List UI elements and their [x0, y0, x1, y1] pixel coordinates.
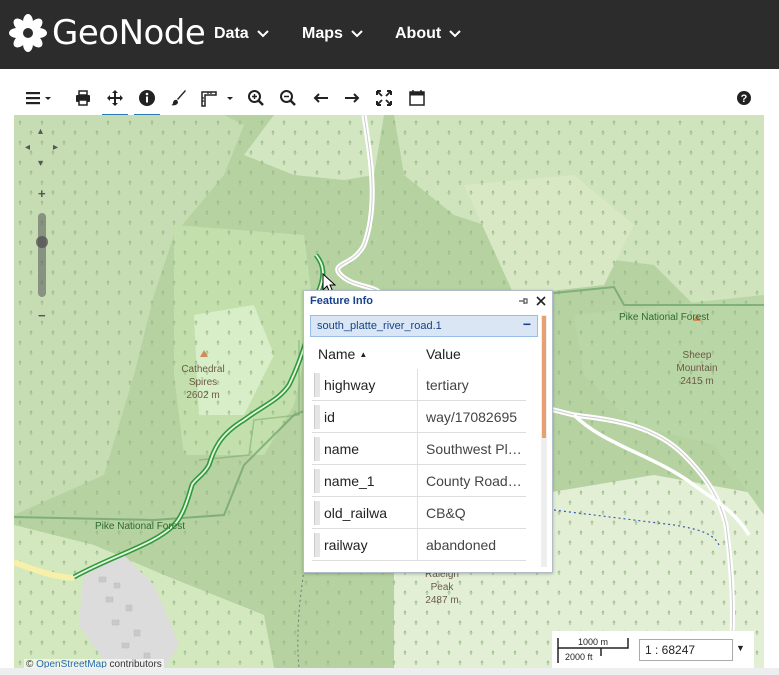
forward-button[interactable] — [340, 86, 364, 110]
info-icon — [139, 90, 155, 106]
info-button[interactable] — [134, 86, 160, 116]
pan-south-icon[interactable]: ▾ — [38, 159, 43, 169]
pan-west-icon[interactable]: ◂ — [25, 143, 30, 153]
attribute-grid: Name ▲ Value highway tertiary id way/170826… — [312, 339, 532, 567]
feature-info-title: Feature Info — [310, 295, 373, 307]
pan-east-icon[interactable]: ▸ — [53, 143, 58, 153]
calendar-icon — [409, 90, 425, 106]
top-navbar: GeoNode Data Maps About — [0, 0, 779, 69]
map-toolbar: ? — [14, 82, 764, 116]
sheep-mountain-label: Sheep Mountain 2415 m — [676, 350, 718, 387]
nav-maps[interactable]: Maps — [302, 22, 363, 46]
print-button[interactable] — [71, 86, 95, 110]
attribute-row[interactable]: railway abandoned — [312, 529, 526, 561]
attribute-row[interactable]: id way/17082695 — [312, 401, 526, 433]
zoom-in-icon — [248, 90, 264, 106]
attribute-name: name — [324, 433, 418, 465]
style-button[interactable] — [167, 86, 191, 110]
chevron-down-icon — [351, 30, 363, 38]
nav-data[interactable]: Data — [214, 22, 269, 46]
nav-data-label: Data — [214, 25, 249, 42]
row-handle — [314, 437, 320, 461]
column-header-name-label: Name — [318, 346, 356, 362]
column-header-value-label: Value — [426, 346, 461, 362]
row-handle — [314, 469, 320, 493]
attribute-value: abandoned — [426, 537, 497, 553]
attribute-row[interactable]: name_1 County Road… — [312, 465, 526, 497]
pike-national-forest-label: Pike National Forest — [95, 521, 186, 532]
attribute-name: old_railwa — [324, 497, 418, 529]
feature-info-panel: Feature Info south_platte_river_road.1 −… — [303, 290, 553, 573]
scale-control: 1000 m 2000 ft 1 : 68247 ▼ — [552, 631, 754, 668]
back-icon — [313, 93, 328, 103]
menu-button[interactable] — [22, 86, 56, 110]
zoom-in-button[interactable] — [244, 86, 268, 110]
attribute-name: railway — [324, 529, 418, 561]
timeline-button[interactable] — [405, 86, 429, 110]
close-icon[interactable] — [535, 294, 547, 306]
row-handle — [314, 501, 320, 525]
attribute-value: County Road… — [426, 473, 522, 489]
scrollbar-thumb[interactable] — [542, 316, 546, 438]
pan-icon — [107, 90, 123, 106]
attribute-value: way/17082695 — [426, 409, 518, 425]
collapse-icon[interactable]: − — [523, 316, 531, 332]
scale-imperial-label: 2000 ft — [565, 652, 593, 662]
row-handle — [314, 373, 320, 397]
forward-icon — [345, 93, 360, 103]
scale-metric-label: 1000 m — [578, 637, 609, 647]
zoom-slider-handle[interactable] — [36, 236, 48, 248]
column-header-value[interactable]: Value — [426, 339, 461, 369]
zoom-out-button[interactable] — [276, 86, 300, 110]
geonode-flower-icon — [9, 14, 47, 52]
nav-maps-label: Maps — [302, 25, 343, 42]
pan-north-icon[interactable]: ▴ — [38, 127, 43, 137]
measure-button[interactable] — [199, 86, 235, 110]
feature-layer-header[interactable]: south_platte_river_road.1 − — [310, 315, 538, 337]
pan-button[interactable] — [102, 86, 128, 116]
attribute-row[interactable]: old_railwa CB&Q — [312, 497, 526, 529]
zoom-minus-icon[interactable]: − — [38, 309, 46, 322]
nav-about-label: About — [395, 25, 442, 42]
back-button[interactable] — [309, 86, 333, 110]
svg-text:?: ? — [741, 93, 748, 105]
print-icon — [76, 90, 90, 106]
attribute-name: id — [324, 401, 418, 433]
feature-layer-name: south_platte_river_road.1 — [317, 320, 442, 332]
caret-down-icon[interactable]: ▼ — [736, 643, 745, 653]
attribute-value: Southwest Pl… — [426, 441, 522, 457]
row-handle — [314, 405, 320, 429]
attribute-row[interactable]: highway tertiary — [312, 369, 526, 401]
zoom-plus-icon[interactable]: + — [38, 187, 46, 200]
attribute-row[interactable]: name Southwest Pl… — [312, 433, 526, 465]
attribute-name: name_1 — [324, 465, 418, 497]
scale-ratio-select[interactable]: 1 : 68247 — [639, 639, 733, 661]
cathedral-spires-label: Cathedral Spires 2602 m — [181, 364, 225, 401]
paint-brush-icon — [171, 90, 186, 106]
attribute-value: tertiary — [426, 377, 469, 393]
full-extent-button[interactable] — [372, 86, 396, 110]
chevron-down-icon — [449, 30, 461, 38]
help-button[interactable]: ? — [732, 86, 756, 110]
nav-about[interactable]: About — [395, 22, 461, 46]
raleigh-peak-label: Raleigh Peak 2487 m — [425, 569, 459, 606]
pin-icon[interactable] — [517, 295, 529, 307]
row-handle — [314, 533, 320, 557]
column-header-name[interactable]: Name ▲ — [318, 339, 367, 369]
logo-text: GeoNode — [52, 13, 206, 53]
measure-icon — [201, 91, 233, 107]
zoom-slider[interactable] — [38, 213, 46, 297]
sort-ascending-icon: ▲ — [359, 349, 368, 359]
pike-national-forest-label: Pike National Forest — [619, 312, 710, 323]
help-icon: ? — [737, 91, 751, 105]
geonode-logo[interactable]: GeoNode — [8, 12, 206, 54]
menu-icon — [26, 92, 51, 105]
zoom-out-icon — [280, 90, 296, 106]
chevron-down-icon — [256, 30, 269, 38]
full-extent-icon — [376, 90, 392, 106]
attribute-value: CB&Q — [426, 505, 466, 521]
page-footer-strip — [0, 668, 779, 675]
attribute-name: highway — [324, 369, 418, 401]
